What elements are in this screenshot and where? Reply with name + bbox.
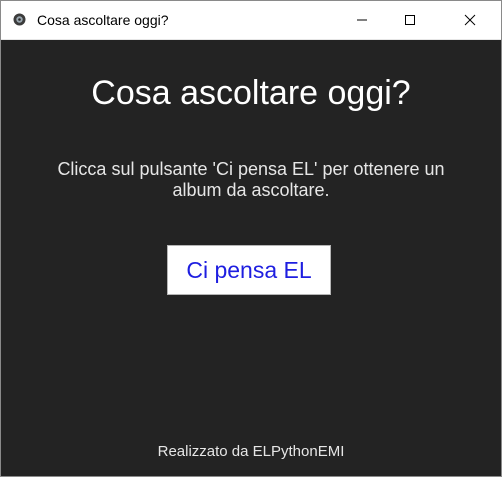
maximize-icon xyxy=(404,14,416,26)
minimize-icon xyxy=(356,14,368,26)
close-button[interactable] xyxy=(447,1,493,39)
page-title: Cosa ascoltare oggi? xyxy=(91,74,411,112)
minimize-button[interactable] xyxy=(339,1,385,39)
credits-text: Realizzato da ELPythonEMI xyxy=(157,443,345,460)
main-content: Cosa ascoltare oggi? Clicca sul pulsante… xyxy=(1,40,501,476)
instructions-text: Clicca sul pulsante 'Ci pensa EL' per ot… xyxy=(57,159,445,200)
window-title: Cosa ascoltare oggi? xyxy=(37,12,169,28)
close-icon xyxy=(464,14,476,26)
ci-pensa-el-button[interactable]: Ci pensa EL xyxy=(167,245,331,295)
title-bar[interactable]: Cosa ascoltare oggi? xyxy=(1,1,501,40)
maximize-button[interactable] xyxy=(387,1,433,39)
app-window: Cosa ascoltare oggi? Cosa ascoltare oggi… xyxy=(0,0,502,477)
feather-app-icon xyxy=(13,13,26,26)
